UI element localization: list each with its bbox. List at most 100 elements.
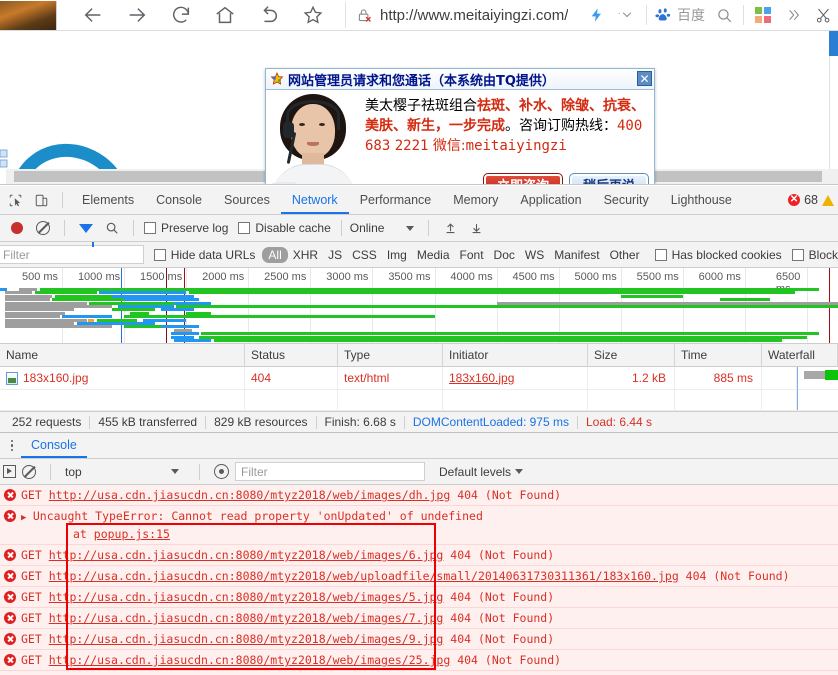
scissors-icon[interactable] [808,0,838,30]
tab-security[interactable]: Security [593,186,660,214]
column-header-status[interactable]: Status [245,343,338,367]
bookmark-star-icon[interactable] [291,0,335,30]
disable-cache-checkbox[interactable]: Disable cache [238,221,331,235]
apps-grid-icon[interactable] [748,0,778,30]
tab-sources[interactable]: Sources [213,186,281,214]
filter-type-font[interactable]: Font [455,248,489,262]
filter-type-js[interactable]: JS [323,248,347,262]
import-har-icon[interactable] [437,215,463,241]
clear-network-icon[interactable] [30,215,56,241]
drawer-tab-console[interactable]: Console [21,433,87,458]
console-url-link[interactable]: http://usa.cdn.jiasucdn.cn:8080/mtyz2018… [49,632,444,646]
chevron-double-right-icon[interactable] [778,0,808,30]
tab-thumbnail[interactable] [0,0,57,30]
filter-type-manifest[interactable]: Manifest [549,248,604,262]
column-header-waterfall[interactable]: Waterfall [762,343,838,367]
expand-triangle-icon[interactable]: ▶ [21,513,32,523]
console-message[interactable]: ▶ Uncaught TypeError: Cannot read proper… [0,506,838,545]
console-message[interactable]: GET http://usa.cdn.jiasucdn.cn:8080/mtyz… [0,545,838,566]
console-levels-select[interactable]: Default levels [439,465,524,479]
tab-console[interactable]: Console [145,186,213,214]
insecure-lock-icon[interactable] [356,7,373,24]
page-scrollbar-track-vertical[interactable] [829,56,838,184]
inspect-element-icon[interactable] [2,187,28,213]
blocked-requests-box[interactable] [791,248,804,261]
console-url-link[interactable]: http://usa.cdn.jiasucdn.cn:8080/mtyz2018… [49,611,444,625]
search-icon[interactable] [99,215,125,241]
clear-console-icon[interactable] [22,464,36,479]
reload-icon[interactable] [159,0,203,30]
preserve-log-checkbox[interactable]: Preserve log [144,221,228,235]
column-header-time[interactable]: Time [675,343,762,367]
cell-initiator[interactable]: 183x160.jpg [443,366,588,390]
console-url-link[interactable]: http://usa.cdn.jiasucdn.cn:8080/mtyz2018… [49,590,444,604]
back-arrow-icon[interactable] [71,0,115,30]
error-count-badge[interactable]: ✕ 68 [788,193,838,207]
tab-elements[interactable]: Elements [71,186,145,214]
execution-context-icon[interactable] [3,465,16,478]
network-overview-timeline[interactable]: 500 ms 1000 ms 1500 ms 2000 ms 2500 ms 3000 m… [0,268,838,344]
has-blocked-cookies-box[interactable] [654,248,667,261]
has-blocked-cookies-checkbox[interactable]: Has blocked cookies [654,248,782,262]
hide-data-urls-box[interactable] [153,248,166,261]
chevron-down-icon[interactable] [612,0,642,30]
undo-icon[interactable] [247,0,291,30]
baidu-search-entry[interactable]: 百度 [651,5,709,25]
tab-memory[interactable]: Memory [442,186,509,214]
live-expression-icon[interactable] [214,464,229,479]
console-url-link[interactable]: http://usa.cdn.jiasucdn.cn:8080/mtyz2018… [49,548,444,562]
console-message[interactable]: GET http://usa.cdn.jiasucdn.cn:8080/mtyz… [0,587,838,608]
console-url-link[interactable]: http://usa.cdn.jiasucdn.cn:8080/mtyz2018… [49,653,451,667]
tab-lighthouse[interactable]: Lighthouse [660,186,743,214]
address-bar[interactable]: http://www.meitaiyingzi.com/ [345,2,576,28]
search-icon[interactable] [709,0,739,30]
popup-close-button[interactable]: ✕ [637,71,652,86]
disable-cache-box[interactable] [238,222,251,234]
preserve-log-box[interactable] [144,222,156,234]
page-scrollbar-thumb-vertical[interactable] [829,31,838,56]
console-message[interactable]: GET http://usa.cdn.jiasucdn.cn:8080/mtyz… [0,671,838,675]
blocked-requests-checkbox[interactable]: Block [791,248,838,262]
cell-name[interactable]: 183x160.jpg [0,366,245,390]
filter-type-media[interactable]: Media [412,248,455,262]
tq-chat-popup[interactable]: 网站管理员请求和您通话（本系统由TQ提供） ✕ 美太樱子祛斑组合祛斑、补水、除皱… [265,68,655,184]
filter-funnel-icon[interactable] [73,215,99,247]
filter-type-all[interactable]: All [262,246,288,263]
maybe-later-button[interactable]: 稍后再说 [569,173,649,184]
filter-type-img[interactable]: Img [382,248,412,262]
filter-type-xhr[interactable]: XHR [288,248,323,262]
home-icon[interactable] [203,0,247,30]
record-button-icon[interactable] [4,215,30,241]
consult-now-button[interactable]: 立即咨询 [483,173,563,184]
tab-network[interactable]: Network [280,186,349,214]
tab-performance[interactable]: Performance [349,186,443,214]
console-message[interactable]: GET http://usa.cdn.jiasucdn.cn:8080/mtyz… [0,629,838,650]
more-options-icon[interactable] [3,436,21,456]
column-header-name[interactable]: Name [0,343,245,367]
tab-application[interactable]: Application [509,186,592,214]
console-message[interactable]: GET http://usa.cdn.jiasucdn.cn:8080/mtyz… [0,608,838,629]
console-url-link[interactable]: http://usa.cdn.jiasucdn.cn:8080/mtyz2018… [49,569,679,583]
export-har-icon[interactable] [463,215,489,241]
console-message[interactable]: GET http://usa.cdn.jiasucdn.cn:8080/mtyz… [0,485,838,506]
console-message[interactable]: GET http://usa.cdn.jiasucdn.cn:8080/mtyz… [0,650,838,671]
filter-type-ws[interactable]: WS [520,248,549,262]
filter-type-css[interactable]: CSS [347,248,382,262]
device-toolbar-icon[interactable] [28,187,54,213]
console-source-link[interactable]: popup.js:15 [94,527,170,541]
column-header-initiator[interactable]: Initiator [443,343,588,367]
column-header-type[interactable]: Type [338,343,443,367]
console-message-list[interactable]: GET http://usa.cdn.jiasucdn.cn:8080/mtyz… [0,485,838,675]
hide-data-urls-checkbox[interactable]: Hide data URLs [153,248,255,262]
console-filter-input[interactable]: Filter [235,462,425,481]
console-message[interactable]: GET http://usa.cdn.jiasucdn.cn:8080/mtyz… [0,566,838,587]
network-filter-input[interactable]: Filter [0,245,144,264]
column-header-size[interactable]: Size [588,343,675,367]
console-context-select[interactable]: top [65,465,185,479]
table-row[interactable]: 183x160.jpg 404 text/html 183x160.jpg 1.… [0,366,838,390]
forward-arrow-icon[interactable] [115,0,159,30]
filter-type-other[interactable]: Other [605,248,645,262]
filter-type-doc[interactable]: Doc [489,248,520,262]
lightning-icon[interactable] [582,0,612,30]
throttling-select[interactable]: Online [350,221,415,235]
